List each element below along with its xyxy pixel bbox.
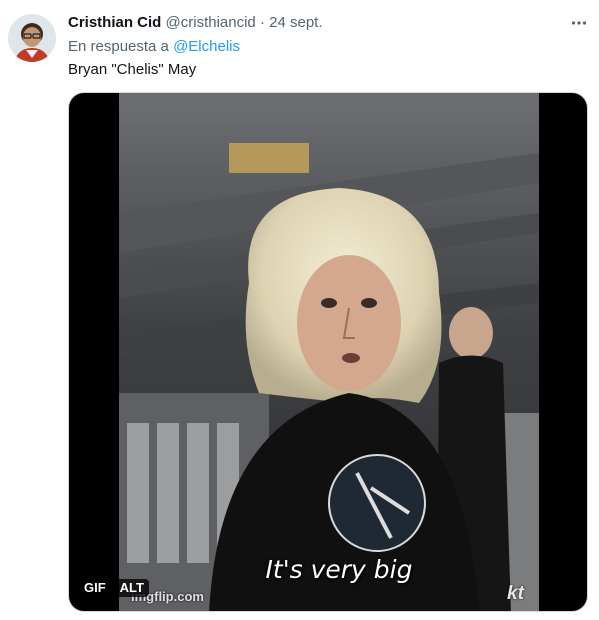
gif-image: [119, 93, 539, 611]
gif-media[interactable]: It's very big imgflip.com kt GIF ALT: [68, 92, 588, 612]
media-badges: GIF ALT: [79, 579, 149, 597]
alt-badge[interactable]: ALT: [114, 579, 149, 597]
author-name[interactable]: Cristhian Cid: [68, 14, 161, 31]
reply-mention-link[interactable]: @Elchelis: [173, 38, 240, 55]
gif-caption: It's very big: [265, 555, 413, 584]
reply-prefix: En respuesta a: [68, 38, 169, 55]
tweet-header: Cristhian Cid @cristhiancid · 24 sept.: [68, 13, 323, 33]
avatar[interactable]: [8, 14, 56, 62]
gif-frame: [119, 93, 539, 611]
more-options-button[interactable]: [568, 12, 590, 34]
author-handle[interactable]: @cristhiancid: [166, 14, 256, 31]
more-horizontal-icon: [571, 21, 587, 25]
separator-dot: ·: [259, 14, 265, 31]
reply-context: En respuesta a @Elchelis: [68, 37, 240, 57]
tweet-timestamp[interactable]: 24 sept.: [269, 14, 322, 31]
tweet-text: Bryan "Chelis" May: [68, 61, 197, 78]
kt-logo: kt: [507, 583, 524, 604]
gif-badge: GIF: [79, 579, 111, 597]
tweet[interactable]: Cristhian Cid @cristhiancid · 24 sept. E…: [0, 0, 599, 620]
